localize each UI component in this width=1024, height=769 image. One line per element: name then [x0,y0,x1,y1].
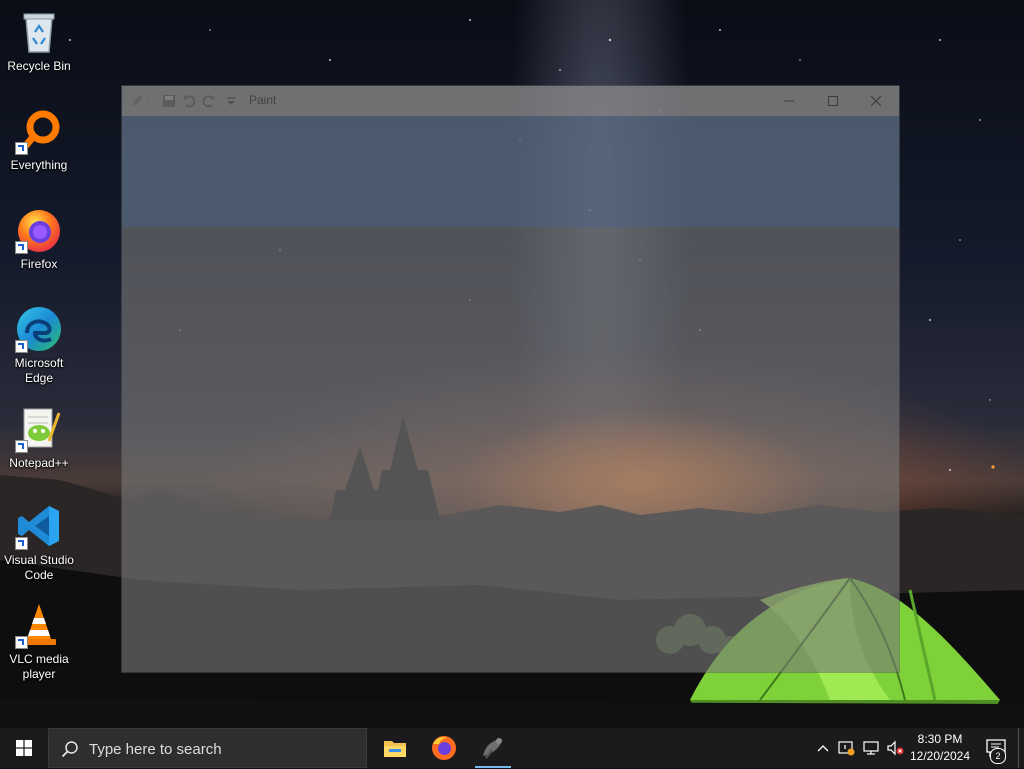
desktop-icon-label: Microsoft Edge [14,356,64,385]
vscode-icon [15,502,63,550]
paint-window[interactable]: Paint [122,86,899,672]
desktop-icon-label: Firefox [20,257,58,271]
redo-icon[interactable] [202,94,216,108]
clock-date: 12/20/2024 [909,749,971,763]
firefox-icon [432,736,456,760]
paint-ribbon [122,116,899,227]
recycle-bin-icon [15,8,63,56]
customize-dropdown-icon[interactable] [224,94,238,108]
paint-canvas-area[interactable] [122,227,899,672]
notepadpp-icon [15,405,63,453]
clock-time: 8:30 PM [917,732,963,746]
tray-network[interactable] [859,728,883,768]
desktop-icon-edge[interactable]: Microsoft Edge [0,299,78,386]
network-icon [863,741,879,755]
shortcut-arrow-icon [15,440,28,453]
vlc-icon [15,601,63,649]
desktop-icon-vscode[interactable]: Visual Studio Code [0,496,78,583]
minimize-button[interactable] [766,86,812,116]
desktop-icon-notepadpp[interactable]: Notepad++ [0,399,78,471]
window-title: Paint [249,93,277,107]
shortcut-arrow-icon [15,142,28,155]
notification-count-badge: 2 [990,748,1006,764]
desktop-icon-label: VLC media player [9,652,69,681]
shortcut-arrow-icon [15,340,28,353]
tray-security[interactable] [835,728,859,768]
shortcut-arrow-icon [15,537,28,550]
maximize-button[interactable] [810,86,856,116]
firefox-icon [15,206,63,254]
paint-icon [483,738,502,759]
desktop-icon-firefox[interactable]: Firefox [0,200,78,272]
search-icon [61,741,78,758]
file-explorer-icon [384,741,406,757]
desktop-icon-label: Visual Studio Code [4,553,74,582]
taskbar-file-explorer[interactable] [371,728,419,768]
start-button[interactable] [0,728,48,768]
everything-search-icon [15,107,63,155]
taskbar: 8:30 PM 12/20/2024 2 [0,728,1024,769]
windows-logo-icon [16,740,32,756]
taskbar-clock[interactable]: 8:30 PM 12/20/2024 [905,731,975,765]
taskbar-firefox[interactable] [420,728,468,768]
taskbar-paint[interactable] [469,728,517,768]
edge-icon [15,305,63,353]
desktop-icon-label: Notepad++ [9,456,69,470]
undo-icon[interactable] [182,94,196,108]
paint-title-bar[interactable]: Paint [122,86,899,116]
maximize-icon [828,96,838,106]
desktop-icon-everything[interactable]: Everything [0,101,78,173]
security-alert-icon [838,741,855,756]
taskbar-search-box[interactable] [48,728,367,769]
desktop-icon-label: Recycle Bin [7,59,71,73]
shortcut-arrow-icon [15,636,28,649]
close-button[interactable] [853,86,899,116]
show-desktop-button[interactable] [1018,728,1024,768]
paint-app-icon[interactable] [130,94,144,108]
save-icon[interactable] [162,94,176,108]
shortcut-arrow-icon [15,241,28,254]
search-input[interactable] [87,729,361,769]
show-hidden-icons-button[interactable] [811,728,835,768]
minimize-icon [784,100,794,102]
desktop-icon-label: Everything [10,158,68,172]
chevron-up-icon [817,745,829,752]
desktop-icon-vlc[interactable]: VLC media player [0,595,78,682]
tray-volume[interactable] [883,728,907,768]
volume-muted-icon [887,740,904,756]
close-icon [870,95,882,107]
desktop-icon-recycle-bin[interactable]: Recycle Bin [0,2,78,74]
toolbar-separator [148,94,149,108]
